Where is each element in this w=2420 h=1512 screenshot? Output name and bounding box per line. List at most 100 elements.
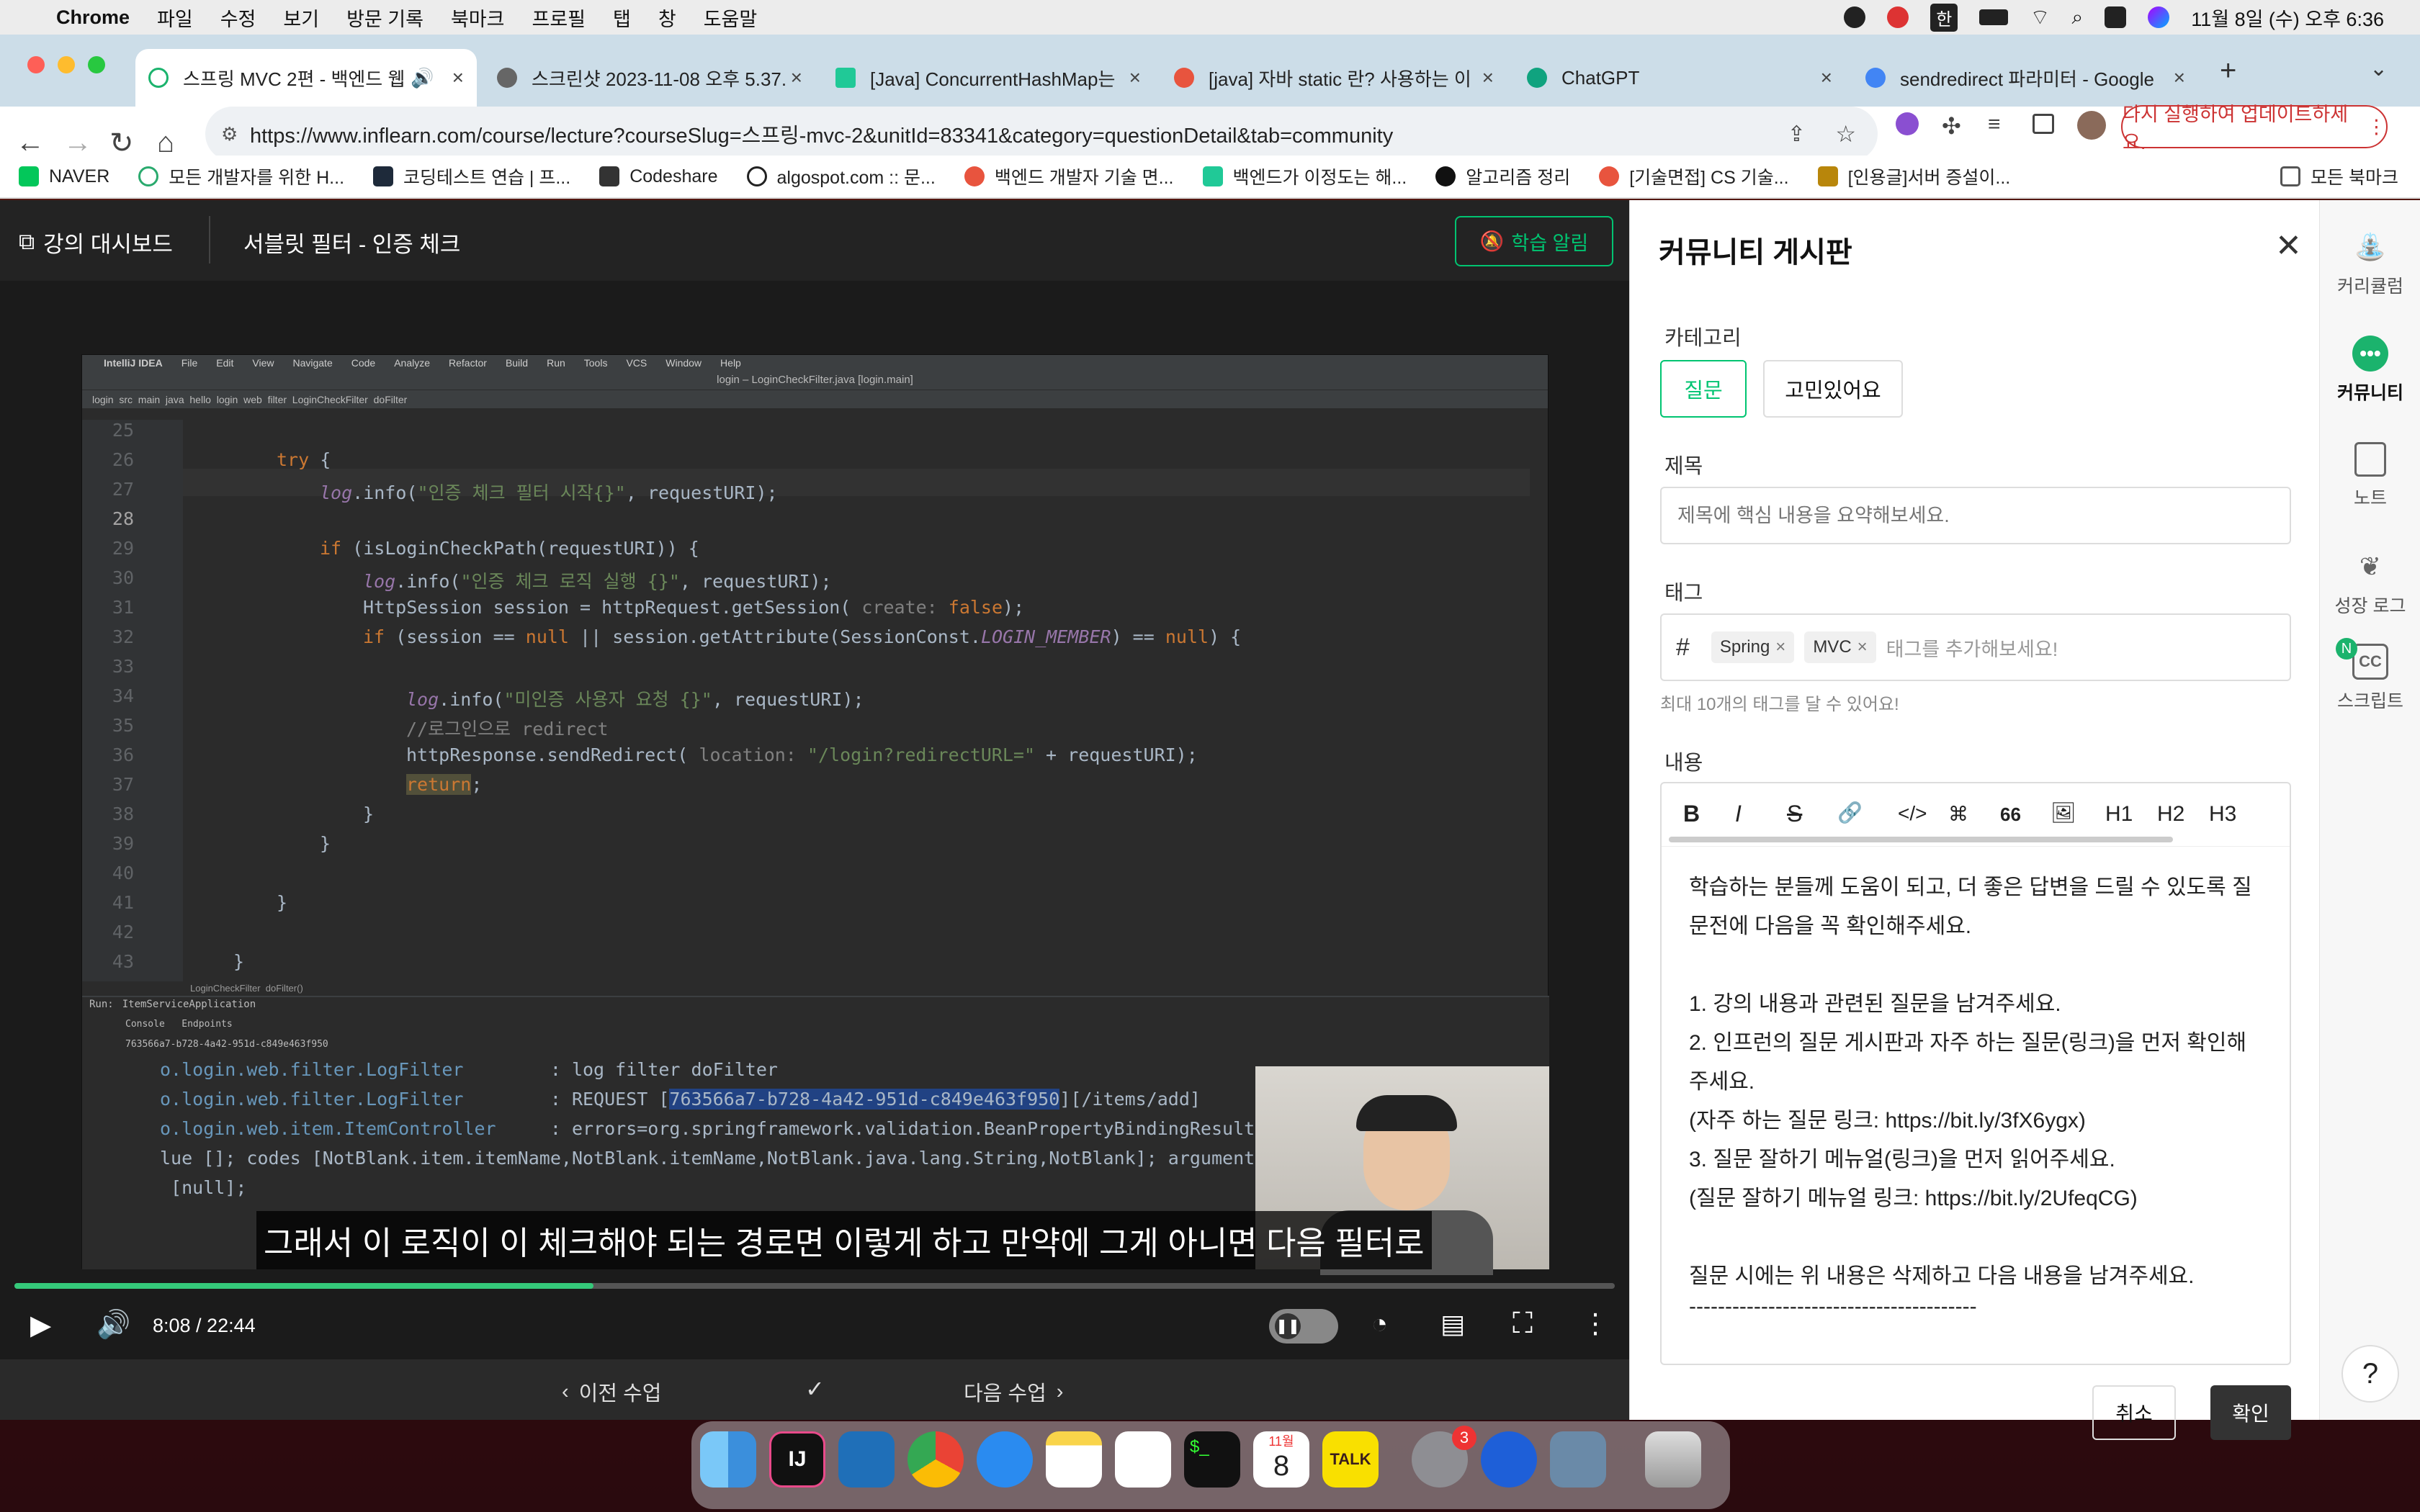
tab-close-icon[interactable]: × [791, 66, 802, 89]
site-info-icon[interactable]: ⚙ [221, 123, 238, 145]
address-bar[interactable]: ⚙ https://www.inflearn.com/course/lectur… [205, 107, 1878, 161]
notes-icon[interactable] [1046, 1431, 1102, 1488]
link-icon[interactable]: 🔗 [1837, 801, 1863, 824]
volume-icon[interactable]: 🔊 [97, 1309, 130, 1341]
bookmark-item[interactable]: algospot.com :: 문... [746, 163, 936, 189]
tab-screenshot[interactable]: 스크린샷 2023-11-08 오후 5.37. × [484, 49, 815, 107]
sidebar-item-curriculum[interactable]: ⛲ 커리큘럼 [2320, 229, 2420, 298]
profile-avatar[interactable] [2077, 111, 2106, 140]
tab-concurrenthashmap[interactable]: [Java] ConcurrentHashMap는 × [823, 49, 1154, 107]
update-button[interactable]: 다시 실행하여 업데이트하세요. ⋮ [2121, 104, 2388, 153]
play-status-icon[interactable] [1844, 6, 1866, 28]
menubar-item-profile[interactable]: 프로필 [532, 4, 586, 32]
tag-chip[interactable]: Spring × [1711, 631, 1795, 663]
menubar-item-view[interactable]: 보기 [283, 4, 319, 32]
bookmark-item[interactable]: 코딩테스트 연습 | 프... [373, 163, 570, 189]
bookmark-item[interactable]: 백엔드가 이정도는 해... [1202, 163, 1407, 189]
terminal-icon[interactable]: $_ [1184, 1431, 1240, 1488]
inline-code-button[interactable]: </> [1898, 802, 1927, 825]
window-zoom-icon[interactable] [88, 56, 105, 73]
siri-icon[interactable] [2148, 6, 2170, 28]
back-icon[interactable]: ← [16, 127, 45, 159]
bookmark-item[interactable]: Codeshare [599, 166, 718, 187]
italic-button[interactable]: I [1735, 801, 1742, 827]
more-menu-icon[interactable]: ⋮ [2367, 116, 2386, 138]
bookmark-star-icon[interactable]: ☆ [1835, 120, 1856, 148]
menubar-item-edit[interactable]: 수정 [220, 4, 256, 32]
menubar-item-help[interactable]: 도움말 [704, 4, 758, 32]
image-icon[interactable]: 🖼 [2051, 801, 2076, 824]
all-bookmarks[interactable]: 모든 북마크 [2280, 163, 2398, 189]
finder-icon[interactable] [700, 1431, 756, 1488]
bookmark-item[interactable]: NAVER [19, 166, 109, 187]
control-center-icon[interactable] [2105, 6, 2127, 28]
extension-icon[interactable] [1896, 112, 1919, 135]
tag-chip[interactable]: MVC × [1804, 631, 1876, 663]
calendar-icon[interactable]: 11월 8 [1253, 1431, 1309, 1488]
vscode-icon[interactable] [838, 1431, 895, 1488]
bold-button[interactable]: B [1683, 801, 1700, 827]
wifi-icon[interactable]: ⌔ [2030, 4, 2050, 31]
window-close-icon[interactable] [27, 56, 45, 73]
remove-tag-icon[interactable]: × [1775, 637, 1785, 657]
forward-icon[interactable]: → [63, 127, 92, 159]
caption-icon[interactable]: ▤ [1440, 1309, 1465, 1339]
chrome-icon[interactable] [908, 1431, 964, 1488]
tag-input[interactable]: # Spring × MVC × 태그를 추가해보세요! [1660, 613, 2291, 681]
intellij-icon[interactable]: IJ [769, 1431, 825, 1488]
menubar-clock[interactable]: 11월 8일 (수) 오후 6:36 [2191, 4, 2384, 32]
audio-icon[interactable]: 🔊 [411, 67, 434, 89]
tab-close-icon[interactable]: × [1129, 66, 1141, 89]
menubar-item-tab[interactable]: 탭 [613, 4, 631, 32]
tab-search-chevron-icon[interactable]: ⌄ [2370, 56, 2388, 81]
bookmark-item[interactable]: [인용글]서버 증설이... [1817, 163, 2010, 189]
input-method-indicator[interactable]: 한 [1930, 3, 1958, 32]
sidepanel-icon[interactable] [2033, 114, 2054, 134]
freeform-icon[interactable] [1115, 1431, 1171, 1488]
category-question-button[interactable]: 질문 [1660, 360, 1747, 418]
tab-close-icon[interactable]: × [2174, 66, 2185, 89]
tab-close-icon[interactable]: × [1821, 66, 1832, 89]
h1-button[interactable]: H1 [2105, 802, 2133, 827]
speed-icon[interactable]: ◔ [1371, 1309, 1388, 1340]
sidebar-item-script[interactable]: CC 스크립트 [2320, 644, 2420, 713]
menubar-item-history[interactable]: 방문 기록 [346, 4, 424, 32]
bookmark-item[interactable]: 알고리즘 정리 [1435, 163, 1570, 189]
prev-lesson-button[interactable]: ‹ 이전 수업 [562, 1377, 661, 1407]
next-lesson-button[interactable]: 다음 수업 › [964, 1377, 1063, 1407]
check-icon[interactable]: ✓ [805, 1375, 825, 1403]
recording-icon[interactable] [1887, 6, 1909, 28]
tab-close-icon[interactable]: × [1482, 66, 1494, 89]
menubar-item-window[interactable]: 창 [658, 4, 676, 32]
h2-button[interactable]: H2 [2157, 802, 2184, 827]
remove-tag-icon[interactable]: × [1857, 637, 1868, 657]
confirm-button[interactable]: 확인 [2210, 1385, 2291, 1440]
trash-icon[interactable] [1645, 1431, 1701, 1488]
strike-button[interactable]: S [1787, 801, 1802, 827]
dashboard-link[interactable]: ⧉ 강의 대시보드 [19, 226, 173, 258]
menubar-item-bookmarks[interactable]: 북마크 [451, 4, 505, 32]
cancel-button[interactable]: 취소 [2092, 1385, 2176, 1440]
quote-button[interactable]: 66 [2000, 804, 2021, 826]
tab-google-search[interactable]: sendredirect 파라미터 - Google × [1852, 49, 2198, 107]
help-button[interactable]: ? [2341, 1345, 2399, 1403]
menubar-app-name[interactable]: Chrome [56, 6, 130, 29]
share-icon[interactable]: ⇪ [1788, 122, 1806, 147]
code-block-icon[interactable]: ⌘ [1948, 802, 1968, 826]
bookmark-item[interactable]: [기술면접] CS 기술... [1599, 163, 1789, 189]
preview-icon[interactable] [1550, 1431, 1606, 1488]
tab-active[interactable]: 스프링 MVC 2편 - 백엔드 웹 🔊 × [135, 49, 477, 107]
safari-icon[interactable] [977, 1431, 1033, 1488]
bookmark-item[interactable]: 백엔드 개발자 기술 면... [964, 163, 1174, 189]
autoplay-toggle[interactable]: ❚❚ [1269, 1309, 1338, 1344]
h3-button[interactable]: H3 [2209, 802, 2236, 827]
kakaotalk-icon[interactable]: TALK [1322, 1431, 1379, 1488]
study-alarm-button[interactable]: 🔕 학습 알림 [1455, 216, 1613, 266]
home-icon[interactable]: ⌂ [157, 127, 174, 159]
sidebar-item-note[interactable]: 노트 [2320, 442, 2420, 510]
bookmark-item[interactable]: 모든 개발자를 위한 H... [138, 163, 344, 189]
menubar-item-file[interactable]: 파일 [157, 4, 193, 32]
battery-icon[interactable] [1979, 9, 2009, 25]
fullscreen-icon[interactable]: ⛶ [1512, 1308, 1533, 1340]
tab-close-icon[interactable]: × [452, 66, 464, 89]
